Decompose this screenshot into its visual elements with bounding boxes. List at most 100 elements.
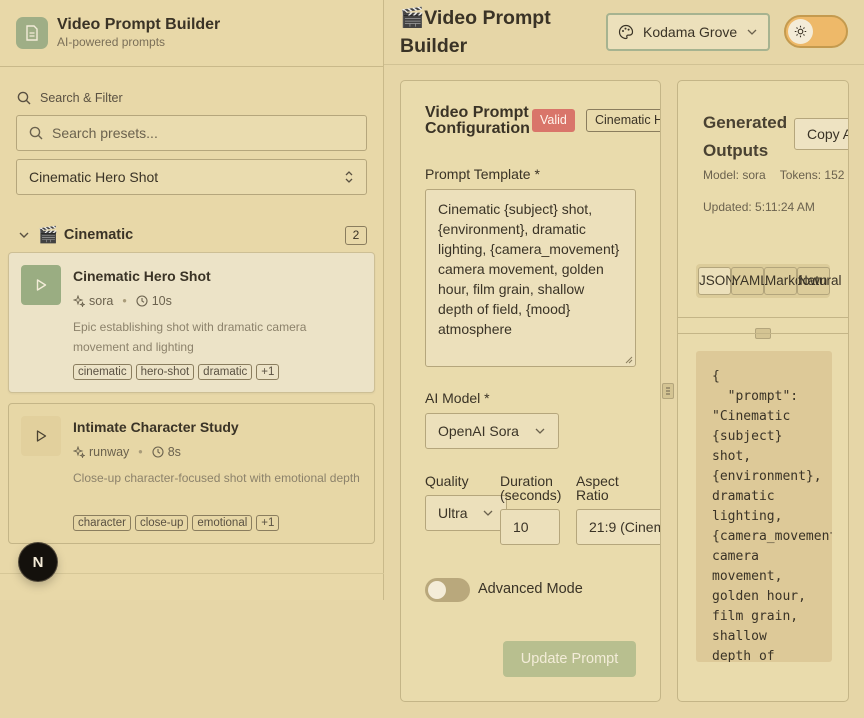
tag: dramatic <box>198 364 253 380</box>
sidebar-divider <box>0 573 384 574</box>
search-icon <box>29 126 43 140</box>
card-description: Epic establishing shot with dramatic cam… <box>73 320 307 354</box>
card-model: runway <box>89 445 130 459</box>
sun-icon <box>788 19 813 44</box>
sparkle-icon <box>73 295 85 307</box>
tag-more: +1 <box>256 515 280 531</box>
aspect-ratio-value: 21:9 (Cinem <box>589 519 661 535</box>
chevron-down-icon <box>535 428 545 434</box>
card-description: Close-up character-focused shot with emo… <box>73 471 360 485</box>
card-meta: sora • 10s <box>73 294 172 308</box>
document-icon <box>16 17 48 49</box>
play-icon[interactable] <box>21 416 61 456</box>
config-panel: Video Prompt Configuration Valid Cinemat… <box>400 80 661 702</box>
category-header-cinematic[interactable]: 🎬 Cinematic 2 <box>16 224 367 246</box>
tag: cinematic <box>73 364 132 380</box>
page-title: 🎬Video Prompt Builder <box>400 4 590 60</box>
preset-select-value: Cinematic Hero Shot <box>29 169 159 185</box>
tab-natural[interactable]: Natural <box>797 267 842 295</box>
copy-all-button[interactable]: Copy A <box>794 118 848 150</box>
clock-icon <box>136 295 148 307</box>
updated-time: Updated: 5:11:24 AM <box>703 200 815 214</box>
outputs-title: Generated Outputs <box>703 113 788 160</box>
chevron-down-icon <box>483 510 493 516</box>
model-meta: Model: sora <box>703 168 766 182</box>
chevrons-updown-icon <box>345 171 353 183</box>
quality-select-value: Ultra <box>438 505 468 521</box>
resize-handle-icon[interactable] <box>625 356 633 364</box>
duration-input[interactable] <box>500 509 560 545</box>
duration-label: Duration (seconds) <box>500 473 562 503</box>
panel-resize-handle[interactable] <box>662 383 674 399</box>
advanced-mode-toggle[interactable] <box>425 578 470 602</box>
search-icon <box>17 91 31 105</box>
card-duration: 8s <box>167 445 181 459</box>
outputs-meta: Model: sora Tokens: 152 <box>703 168 844 182</box>
theme-select-value: Kodama Grove <box>643 24 738 40</box>
tag: close-up <box>134 515 189 531</box>
template-label: Prompt Template * <box>425 166 540 182</box>
tab-json[interactable]: JSON <box>698 267 735 295</box>
quality-select[interactable]: Ultra <box>425 495 507 531</box>
search-filter-label: Search & Filter <box>17 91 123 105</box>
model-select-value: OpenAI Sora <box>438 423 519 439</box>
tokens-meta: Tokens: 152 <box>779 168 845 182</box>
update-prompt-button[interactable]: Update Prompt <box>503 641 636 677</box>
card-model: sora <box>89 294 114 308</box>
search-box[interactable] <box>16 115 367 151</box>
card-tags: cinematic hero-shot dramatic +1 <box>73 364 280 380</box>
aspect-ratio-select[interactable]: 21:9 (Cinem <box>576 509 661 545</box>
tag: emotional <box>192 515 253 531</box>
sparkle-icon <box>73 446 85 458</box>
card-tags: character close-up emotional +1 <box>73 515 280 531</box>
tab-markdown[interactable]: Markdown <box>764 267 827 295</box>
prompt-template-text: Cinematic {subject} shot, {environment},… <box>438 201 620 337</box>
app-title: Video Prompt Builder <box>57 16 221 33</box>
advanced-mode-label: Advanced Mode <box>478 581 583 597</box>
aspect-label: Aspect Ratio <box>576 473 619 503</box>
card-duration: 10s <box>151 294 172 308</box>
search-filter-text: Search & Filter <box>40 91 123 105</box>
card-meta: runway • 8s <box>73 445 181 459</box>
tag: character <box>73 515 131 531</box>
output-code: { "prompt": "Cinematic {subject} shot, {… <box>712 369 832 662</box>
model-label: AI Model * <box>425 390 490 406</box>
divider <box>678 317 848 318</box>
clock-icon <box>152 446 164 458</box>
header-divider <box>384 64 864 65</box>
play-icon[interactable] <box>21 265 61 305</box>
tab-yaml[interactable]: YAML <box>731 267 768 295</box>
prompt-template-textarea[interactable]: Cinematic {subject} shot, {environment},… <box>425 189 636 367</box>
theme-mode-toggle[interactable] <box>784 15 848 48</box>
card-title: Intimate Character Study <box>73 419 239 435</box>
divider <box>678 333 848 334</box>
sidebar: Video Prompt Builder AI-powered prompts … <box>0 0 384 600</box>
preset-card-cinematic-hero-shot[interactable]: Cinematic Hero Shot sora • 10s Epic esta… <box>8 252 375 393</box>
tag: hero-shot <box>135 364 195 380</box>
next-logo-icon: N <box>32 553 44 571</box>
valid-badge: Valid <box>532 109 575 132</box>
chevron-down-icon <box>19 232 29 238</box>
preset-select[interactable]: Cinematic Hero Shot <box>16 159 367 195</box>
grip-icon <box>666 387 670 395</box>
sidebar-header: Video Prompt Builder AI-powered prompts <box>0 0 383 67</box>
preset-card-intimate-character-study[interactable]: Intimate Character Study runway • 8s Clo… <box>8 403 375 544</box>
model-select[interactable]: OpenAI Sora <box>425 413 559 449</box>
quality-label: Quality <box>425 473 469 489</box>
category-name: Cinematic <box>63 227 134 243</box>
preset-badge: Cinematic H <box>586 109 660 132</box>
palette-icon <box>618 24 634 40</box>
category-count: 2 <box>345 225 367 245</box>
app-subtitle: AI-powered prompts <box>57 35 166 49</box>
nextjs-dev-badge[interactable]: N <box>19 543 57 581</box>
search-input[interactable] <box>52 125 352 141</box>
tag-more: +1 <box>256 364 280 380</box>
outputs-panel: Generated Outputs Copy A Model: sora Toke… <box>677 80 849 702</box>
chevron-down-icon <box>747 29 757 35</box>
output-code-block: { "prompt": "Cinematic {subject} shot, {… <box>696 351 832 662</box>
config-title: Video Prompt Configuration <box>425 104 530 137</box>
clapper-icon: 🎬 <box>38 227 58 244</box>
clapper-icon: 🎬 <box>400 7 425 29</box>
card-title: Cinematic Hero Shot <box>73 268 211 284</box>
theme-select[interactable]: Kodama Grove <box>606 13 770 51</box>
